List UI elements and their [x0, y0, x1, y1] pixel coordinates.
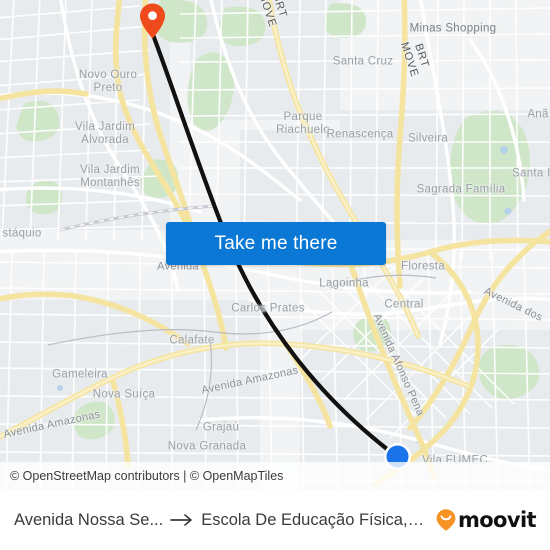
map-attribution: © OpenStreetMap contributors | © OpenMap…	[0, 462, 550, 490]
trip-destination: Escola De Educação Física, Fi...	[201, 510, 427, 529]
take-me-there-label: Take me there	[214, 232, 338, 254]
arrow-right-icon	[170, 514, 193, 526]
moovit-wordmark: moovit	[457, 508, 537, 532]
map-pin-icon[interactable]	[138, 2, 167, 40]
trip-summary: Avenida Nossa Se... Escola De Educação F…	[14, 511, 427, 530]
trip-footer: Avenida Nossa Se... Escola De Educação F…	[0, 490, 550, 550]
moovit-logo[interactable]: moovit	[427, 508, 537, 532]
moovit-trip-map-page: Minas Shopping Santa Cruz BRT MOVE BRT MOVE…	[0, 0, 550, 550]
take-me-there-button[interactable]: Take me there	[166, 222, 386, 265]
attribution-text: © OpenStreetMap contributors | © OpenMap…	[10, 469, 284, 483]
moovit-pin-icon	[436, 509, 456, 531]
map-canvas[interactable]: Minas Shopping Santa Cruz BRT MOVE BRT MOVE…	[0, 0, 550, 490]
trip-origin: Avenida Nossa Se...	[14, 510, 164, 529]
